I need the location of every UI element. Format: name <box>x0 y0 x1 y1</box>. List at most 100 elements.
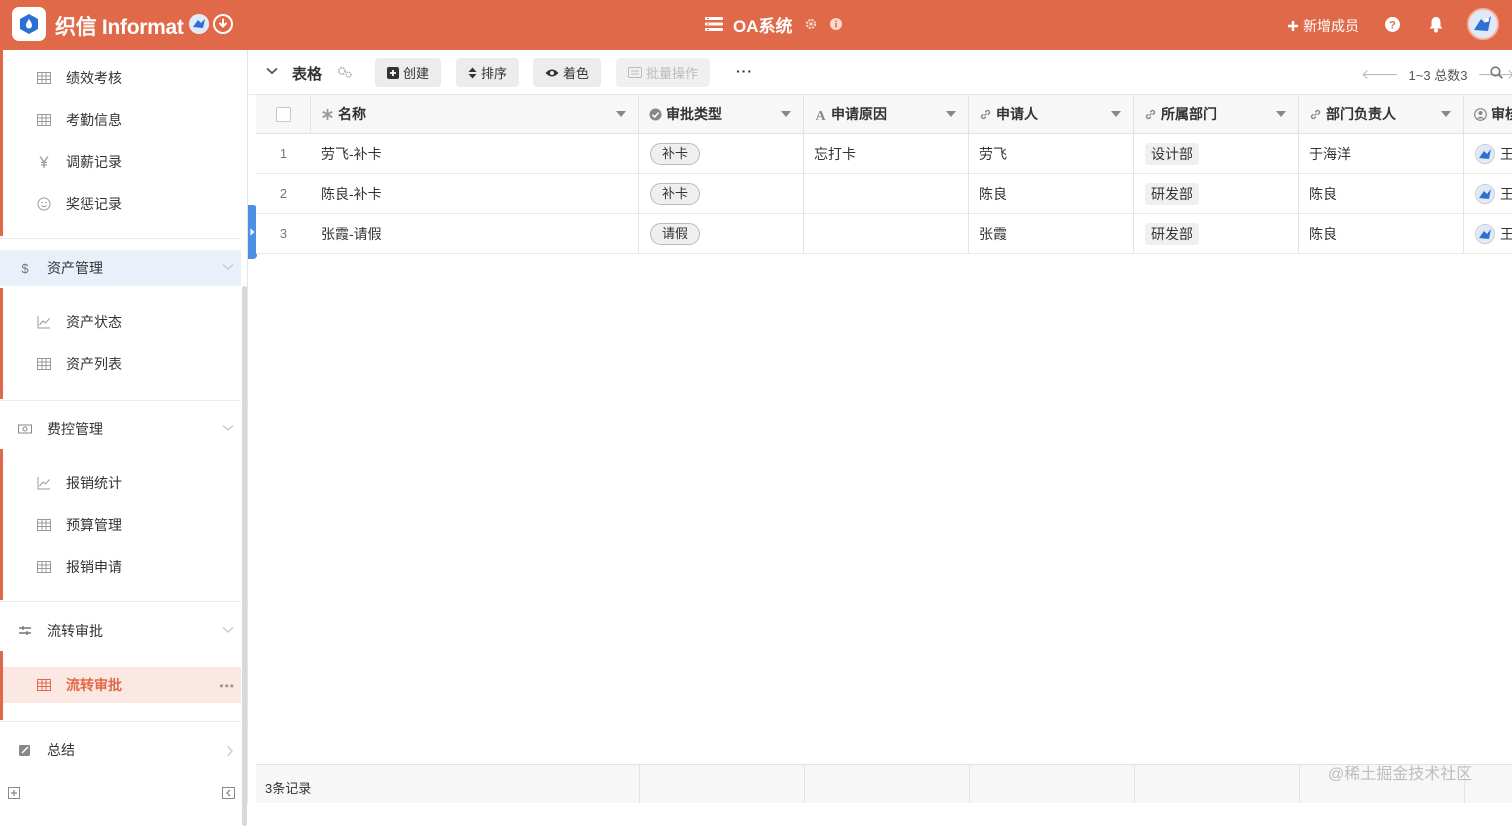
sidebar-item-label: 报销申请 <box>66 559 122 575</box>
caret-down-icon[interactable] <box>1276 111 1286 117</box>
color-button[interactable]: 着色 <box>533 58 602 87</box>
column-header-reason[interactable]: A 申请原因 <box>804 95 969 133</box>
select-all-checkbox[interactable] <box>275 106 291 122</box>
sidebar-section-cost[interactable]: 费控管理 <box>0 411 241 447</box>
table-row[interactable]: 1 劳飞-补卡 补卡 忘打卡 劳飞 设计部 于海洋 王 <box>256 134 1512 174</box>
sidebar-item-asset-status[interactable]: 资产状态 <box>3 304 241 340</box>
sidebar-item-expense-apply[interactable]: 报销申请 <box>3 549 241 585</box>
collapse-sidebar-icon[interactable] <box>222 787 235 799</box>
cell-approval-type[interactable]: 请假 <box>639 214 804 253</box>
table-header-row: 名称 审批类型 A 申请原因 申请人 所属部门 部门负责人 审 <box>256 95 1512 134</box>
cell-department[interactable]: 研发部 <box>1134 174 1299 213</box>
help-icon[interactable]: ? <box>1385 17 1400 32</box>
dollar-icon: $ <box>21 261 29 275</box>
sort-button[interactable]: 排序 <box>456 58 520 87</box>
sidebar-item-label: 资产状态 <box>66 314 122 330</box>
department-tag: 研发部 <box>1145 182 1199 205</box>
add-icon[interactable] <box>8 787 20 799</box>
cell-name[interactable]: 陈良-补卡 <box>311 174 639 213</box>
cell-reason[interactable] <box>804 214 969 253</box>
sidebar-item-expense-stats[interactable]: 报销统计 <box>3 465 241 501</box>
cell-department[interactable]: 设计部 <box>1134 134 1299 173</box>
caret-down-icon[interactable] <box>1441 111 1451 117</box>
column-header-applicant[interactable]: 申请人 <box>969 95 1134 133</box>
sidebar-item-salary[interactable]: 调薪记录 <box>3 144 241 180</box>
column-header-dept-leader[interactable]: 部门负责人 <box>1299 95 1464 133</box>
cell-auditor[interactable]: 王 <box>1464 134 1512 173</box>
cell-reason[interactable]: 忘打卡 <box>804 134 969 173</box>
view-settings-icon[interactable] <box>337 65 353 79</box>
logo-icon[interactable] <box>12 7 46 41</box>
department-tag: 研发部 <box>1145 222 1199 245</box>
more-actions-button[interactable]: ··· <box>736 63 753 79</box>
cell-auditor[interactable]: 王 <box>1464 214 1512 253</box>
download-icon[interactable] <box>213 14 233 34</box>
eye-icon <box>545 69 559 76</box>
cell-dept-leader[interactable]: 陈良 <box>1299 214 1464 253</box>
row-number: 3 <box>279 226 288 241</box>
footer-divider <box>639 765 640 803</box>
chevron-down-icon[interactable] <box>266 67 278 75</box>
divider <box>0 721 241 722</box>
chevron-down-icon <box>222 425 234 431</box>
cell-department[interactable]: 研发部 <box>1134 214 1299 253</box>
more-options-icon[interactable]: ••• <box>219 679 235 693</box>
record-count: 3条记录 <box>265 781 312 796</box>
table-row[interactable]: 3 张霞-请假 请假 张霞 研发部 陈良 王 <box>256 214 1512 254</box>
column-header-name[interactable]: 名称 <box>311 95 639 133</box>
select-all-cell <box>256 95 311 133</box>
batch-operation-button[interactable]: 批量操作 <box>616 58 711 87</box>
sidebar-item-label: 报销统计 <box>66 475 122 491</box>
sidebar-item-budget[interactable]: 预算管理 <box>3 507 241 543</box>
caret-down-icon[interactable] <box>946 111 956 117</box>
cell-approval-type[interactable]: 补卡 <box>639 174 804 213</box>
caret-right-icon <box>250 228 255 236</box>
user-avatar[interactable] <box>1467 8 1499 40</box>
sidebar-item-asset-list[interactable]: 资产列表 <box>3 346 241 382</box>
cell-applicant[interactable]: 陈良 <box>969 174 1134 213</box>
chevron-down-icon <box>222 627 234 633</box>
cell-name[interactable]: 劳飞-补卡 <box>311 134 639 173</box>
create-button[interactable]: 创建 <box>375 58 442 87</box>
team-avatar-icon[interactable] <box>189 14 209 34</box>
sidebar-scrollbar[interactable] <box>242 286 247 826</box>
cell-name[interactable]: 张霞-请假 <box>311 214 639 253</box>
asterisk-icon <box>322 108 333 120</box>
cell-dept-leader[interactable]: 陈良 <box>1299 174 1464 213</box>
sidebar-item-rewards[interactable]: 奖惩记录 <box>3 186 241 222</box>
footer-divider <box>1299 765 1300 803</box>
cell-approval-type[interactable]: 补卡 <box>639 134 804 173</box>
table-row[interactable]: 2 陈良-补卡 补卡 陈良 研发部 陈良 王 <box>256 174 1512 214</box>
caret-down-icon[interactable] <box>1111 111 1121 117</box>
add-member-button[interactable]: 新增成员 <box>1287 16 1359 36</box>
sidebar-item-flow-approval[interactable]: 流转审批 ••• <box>3 667 241 703</box>
approval-type-pill: 补卡 <box>650 182 701 205</box>
cell-auditor[interactable]: 王 <box>1464 174 1512 213</box>
app-settings-icon[interactable] <box>805 18 817 30</box>
sidebar-section-summary[interactable]: 总结 <box>0 732 241 768</box>
bell-icon[interactable] <box>1428 16 1444 33</box>
sidebar-section-assets[interactable]: $ 资产管理 <box>0 250 241 286</box>
prev-page-icon[interactable]: 🡐 <box>1361 66 1399 83</box>
table-icon <box>37 519 51 531</box>
caret-down-icon[interactable] <box>781 111 791 117</box>
caret-down-icon[interactable] <box>616 111 626 117</box>
column-header-department[interactable]: 所属部门 <box>1134 95 1299 133</box>
search-icon[interactable] <box>1490 66 1503 79</box>
cell-applicant[interactable]: 劳飞 <box>969 134 1134 173</box>
cell-dept-leader[interactable]: 于海洋 <box>1299 134 1464 173</box>
sidebar-section-flow[interactable]: 流转审批 <box>0 613 241 649</box>
sidebar-item-performance[interactable]: 绩效考核 <box>3 60 241 96</box>
column-header-approval-type[interactable]: 审批类型 <box>639 95 804 133</box>
divider <box>0 601 241 602</box>
cell-applicant[interactable]: 张霞 <box>969 214 1134 253</box>
link-icon <box>1310 109 1321 119</box>
svg-text:A: A <box>815 109 826 121</box>
app-info-icon[interactable] <box>829 18 842 30</box>
cell-reason[interactable] <box>804 174 969 213</box>
top-bar: 织信 Informat OA系统 新增成员 ? <box>0 0 1512 50</box>
sidebar-item-attendance[interactable]: 考勤信息 <box>3 102 241 138</box>
edit-icon <box>19 745 30 756</box>
sidebar-group-cost: 报销统计 预算管理 报销申请 <box>0 449 241 600</box>
column-header-auditor[interactable]: 审核 <box>1464 95 1512 133</box>
